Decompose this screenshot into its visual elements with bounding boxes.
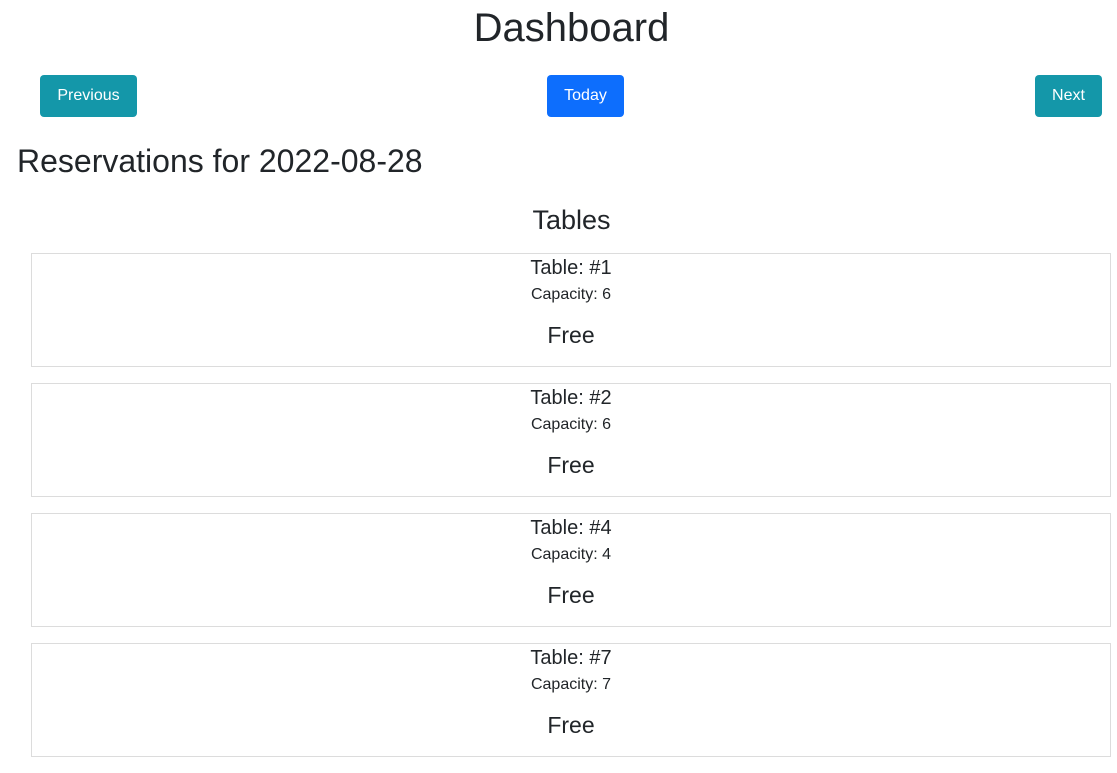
tables-list: Table: #1 Capacity: 6 Free Table: #2 Cap… [31,253,1111,773]
reservations-heading: Reservations for 2022-08-28 [17,143,423,179]
tables-heading: Tables [532,205,611,235]
table-name: Table: #7 [530,647,612,669]
table-name: Table: #2 [530,387,612,409]
table-capacity: Capacity: 4 [530,546,612,563]
table-capacity: Capacity: 6 [530,286,612,303]
table-name: Table: #1 [530,257,612,279]
table-card: Table: #7 Capacity: 7 Free [31,643,1111,757]
table-status: Free [547,712,595,738]
previous-button[interactable]: Previous [40,75,137,117]
table-capacity: Capacity: 7 [530,676,612,693]
table-status: Free [547,322,595,348]
table-status: Free [547,582,595,608]
page-title: Dashboard [473,6,670,50]
table-capacity: Capacity: 6 [530,416,612,433]
next-button[interactable]: Next [1035,75,1102,117]
table-card: Table: #4 Capacity: 4 Free [31,513,1111,627]
table-name: Table: #4 [530,517,612,539]
table-status: Free [547,452,595,478]
table-card: Table: #1 Capacity: 6 Free [31,253,1111,367]
table-card: Table: #2 Capacity: 6 Free [31,383,1111,497]
today-button[interactable]: Today [547,75,624,117]
